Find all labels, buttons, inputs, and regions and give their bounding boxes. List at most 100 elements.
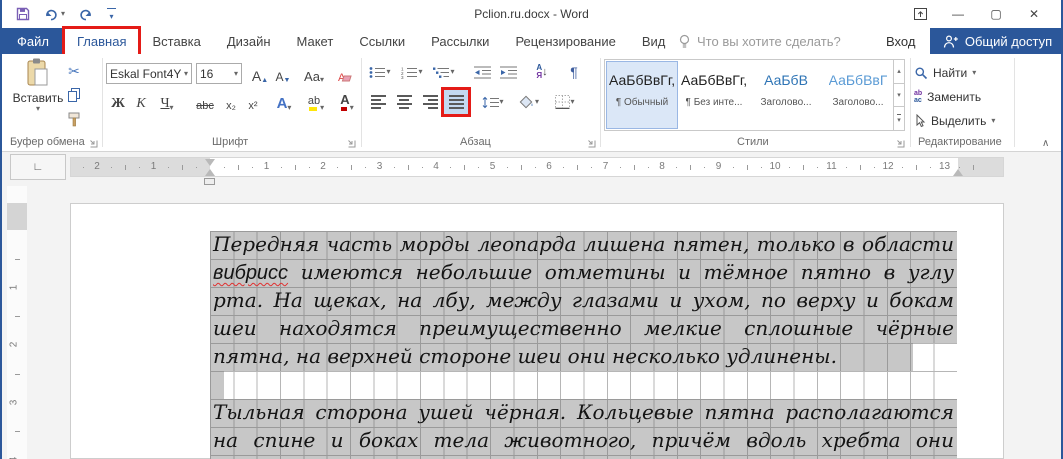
text-line[interactable]: рта. На щеках, на лбу, между глазами и у… <box>210 287 957 315</box>
strikethrough-button[interactable]: abc <box>192 90 218 112</box>
tab-view[interactable]: Вид <box>629 28 679 54</box>
tell-me-search[interactable]: Что вы хотите сделать? <box>678 28 841 54</box>
styles-scroll-up-button[interactable]: ▴ <box>894 60 904 84</box>
text-line[interactable]: Передняя часть морды леопарда лишена пят… <box>210 231 957 259</box>
bold-button[interactable]: Ж <box>110 90 126 112</box>
shrink-font-button[interactable]: А▼ <box>274 62 292 84</box>
justify-button[interactable] <box>444 90 468 114</box>
collapse-ribbon-button[interactable]: ∧ <box>1042 138 1049 149</box>
tab-references[interactable]: Ссылки <box>346 28 418 54</box>
bullets-button[interactable]: ▾ <box>368 60 392 84</box>
hanging-indent-marker[interactable] <box>205 169 215 176</box>
line-spacing-button[interactable]: ▾ <box>478 90 508 114</box>
copy-button[interactable] <box>62 84 86 106</box>
save-button[interactable] <box>16 7 30 21</box>
align-left-button[interactable] <box>366 90 390 114</box>
chevron-down-icon[interactable]: ▾ <box>170 104 174 112</box>
grow-font-button[interactable]: А▲ <box>250 62 270 84</box>
text-line[interactable]: Тыльная сторона ушей чёрная. Кольцевые п… <box>210 399 957 427</box>
chevron-down-icon[interactable]: ▾ <box>320 104 324 112</box>
text-grid-area[interactable]: Передняя часть морды леопарда лишена пят… <box>210 231 957 459</box>
styles-scroll-down-button[interactable]: ▾ <box>894 84 904 108</box>
decrease-indent-button[interactable] <box>470 60 494 84</box>
chevron-down-icon[interactable]: ▾ <box>350 104 354 112</box>
tab-review[interactable]: Рецензирование <box>502 28 628 54</box>
first-line-indent-marker[interactable] <box>205 159 215 166</box>
change-case-button[interactable]: Аа▾ <box>300 62 328 84</box>
font-color-button[interactable]: А ▾ <box>334 90 360 112</box>
vertical-ruler[interactable]: 1234 <box>7 186 27 459</box>
tab-design[interactable]: Дизайн <box>214 28 284 54</box>
multilevel-list-button[interactable]: ▾ <box>432 60 456 84</box>
text-line[interactable]: на спине и боках тела животного, причём … <box>210 427 957 455</box>
tab-mailings[interactable]: Рассылки <box>418 28 502 54</box>
share-button[interactable]: Общий доступ <box>930 28 1063 54</box>
text-line[interactable] <box>210 455 957 459</box>
increase-indent-button[interactable] <box>496 60 520 84</box>
tab-layout[interactable]: Макет <box>284 28 347 54</box>
paragraph-dialog-launcher[interactable] <box>586 138 596 148</box>
subscript-button[interactable]: x₂ <box>222 90 240 112</box>
align-center-button[interactable] <box>392 90 416 114</box>
right-indent-marker[interactable] <box>953 169 963 176</box>
styles-more-button[interactable]: ▾ <box>894 107 904 130</box>
document-page[interactable]: Передняя часть морды леопарда лишена пят… <box>70 203 1004 459</box>
shading-button[interactable]: ▾ <box>514 90 544 114</box>
font-name-combobox[interactable]: Eskal Font4Y ▾ <box>106 63 192 84</box>
show-paragraph-marks-button[interactable]: ¶ <box>562 60 586 84</box>
paste-button[interactable]: Вставить ▾ <box>14 58 62 134</box>
text-highlight-button[interactable]: ab ▾ <box>302 90 330 112</box>
chevron-down-icon[interactable]: ▾ <box>386 68 390 76</box>
redo-button[interactable] <box>79 8 93 21</box>
chevron-down-icon[interactable]: ▾ <box>535 98 539 106</box>
align-right-button[interactable] <box>418 90 442 114</box>
ribbon-display-options-button[interactable] <box>901 0 939 28</box>
style-heading2[interactable]: АаБбВвГ Заголово... <box>823 62 893 128</box>
sign-in-link[interactable]: Вход <box>886 28 915 54</box>
chevron-down-icon[interactable]: ▾ <box>499 98 503 106</box>
replace-button[interactable]: abac Заменить <box>914 86 981 108</box>
clipboard-dialog-launcher[interactable] <box>88 138 98 148</box>
italic-button[interactable]: К <box>134 90 148 112</box>
chevron-down-icon[interactable]: ▾ <box>991 117 995 125</box>
style-no-spacing[interactable]: АаБбВвГг, ¶ Без инте... <box>679 62 749 128</box>
text-line[interactable]: пятна, на верхней стороне шеи они нескол… <box>210 343 957 371</box>
tab-file[interactable]: Файл <box>2 28 64 54</box>
paste-dropdown-icon[interactable]: ▾ <box>36 105 40 113</box>
chevron-down-icon[interactable]: ▾ <box>570 98 574 106</box>
maximize-button[interactable]: ▢ <box>977 0 1015 28</box>
chevron-down-icon[interactable]: ▾ <box>287 104 291 112</box>
clear-formatting-button[interactable]: A <box>336 62 356 84</box>
minimize-button[interactable]: — <box>939 0 977 28</box>
tab-insert[interactable]: Вставка <box>139 28 213 54</box>
chevron-down-icon[interactable]: ▾ <box>184 70 188 78</box>
styles-dialog-launcher[interactable] <box>895 138 905 148</box>
close-button[interactable]: ✕ <box>1015 0 1053 28</box>
numbering-button[interactable]: 123 ▾ <box>400 60 424 84</box>
left-indent-marker[interactable] <box>204 178 215 185</box>
underline-button[interactable]: Ч ▾ <box>154 90 180 112</box>
chevron-down-icon[interactable]: ▾ <box>972 69 976 77</box>
cut-button[interactable]: ✂ <box>62 60 86 82</box>
chevron-down-icon[interactable]: ▾ <box>418 68 422 76</box>
tab-home[interactable]: Главная <box>64 28 139 54</box>
text-line[interactable]: вибрисс имеются небольшие отметины и тём… <box>210 259 957 287</box>
font-dialog-launcher[interactable] <box>346 138 356 148</box>
font-size-combobox[interactable]: 16 ▾ <box>196 63 242 84</box>
chevron-down-icon[interactable]: ▾ <box>234 70 238 78</box>
superscript-button[interactable]: x² <box>244 90 262 112</box>
style-heading1[interactable]: АаБбВ Заголово... <box>751 62 821 128</box>
text-effects-button[interactable]: А ▾ <box>270 90 298 112</box>
style-normal[interactable]: АаБбВвГг, ¶ Обычный <box>607 62 677 128</box>
undo-button[interactable]: ▾ <box>44 8 65 21</box>
sort-button[interactable]: А Я ↓ <box>530 60 554 84</box>
horizontal-ruler[interactable]: 2112345678910111213 <box>70 157 1004 177</box>
text-line[interactable]: шеи находятся преимущественно мелкие спл… <box>210 315 957 343</box>
borders-button[interactable]: ▾ <box>550 90 580 114</box>
format-painter-button[interactable] <box>62 108 86 130</box>
select-button[interactable]: Выделить ▾ <box>914 110 995 132</box>
undo-dropdown-icon[interactable]: ▾ <box>61 10 65 18</box>
find-button[interactable]: Найти ▾ <box>914 62 976 84</box>
customize-qat-button[interactable]: ▾ <box>107 8 116 21</box>
tab-stop-selector[interactable]: ∟ <box>10 154 66 180</box>
